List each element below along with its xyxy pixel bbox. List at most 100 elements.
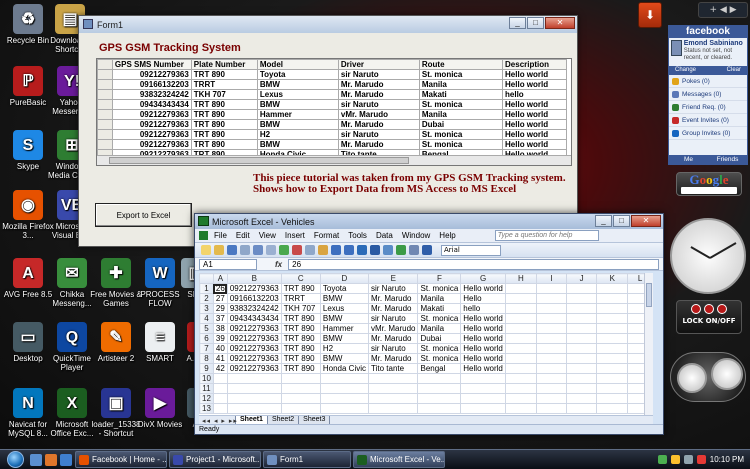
sheet-cell[interactable]: TRT 890: [280, 363, 321, 374]
system-clock[interactable]: 10:10 PM: [710, 455, 744, 464]
avatar[interactable]: [671, 40, 682, 56]
sheet-cell[interactable]: 41: [212, 353, 228, 364]
sheet-cell[interactable]: Hello world: [460, 353, 506, 364]
sheet-cell[interactable]: [460, 403, 506, 414]
sheet-cell[interactable]: St. monica: [417, 283, 462, 294]
sheet-cell[interactable]: [596, 373, 629, 384]
help-search-input[interactable]: Type a question for help: [494, 230, 599, 241]
sheet-cell[interactable]: [212, 383, 228, 394]
grid-cell[interactable]: Hammer: [256, 109, 339, 120]
sheet-cell[interactable]: TRT 890: [280, 313, 321, 324]
sheet-cell[interactable]: Hammer: [319, 323, 370, 334]
grid-cell[interactable]: Manila: [418, 79, 504, 90]
sheet-cell[interactable]: 39: [212, 333, 228, 344]
sheet-cell[interactable]: TRT 890: [280, 283, 321, 294]
lock-light-icon[interactable]: [717, 304, 727, 314]
sheet-cell[interactable]: [596, 383, 629, 394]
open-folder-icon[interactable]: [214, 245, 224, 255]
autosum-icon[interactable]: [370, 245, 380, 255]
sheet-cell[interactable]: BMW: [319, 333, 370, 344]
minimize-button[interactable]: _: [509, 17, 526, 29]
sheet-cell[interactable]: TRRT: [280, 293, 321, 304]
help-icon[interactable]: [422, 245, 432, 255]
sheet-cell[interactable]: 09212279363: [226, 343, 282, 354]
menu-tools[interactable]: Tools: [348, 231, 367, 240]
copy-icon[interactable]: [305, 245, 315, 255]
sheet-cell[interactable]: [504, 313, 537, 324]
change-status-link[interactable]: Change: [675, 66, 696, 75]
sheet-cell[interactable]: [596, 343, 629, 354]
grid-cell[interactable]: TRT 890: [190, 129, 258, 140]
sheet-cell[interactable]: TRT 890: [280, 353, 321, 364]
column-header[interactable]: F: [417, 273, 462, 284]
sheet-cell[interactable]: Hello world: [460, 343, 506, 354]
sort-icon[interactable]: [383, 245, 393, 255]
sheet-cell[interactable]: Tito tante: [368, 363, 419, 374]
grid-cell[interactable]: Hello world: [502, 139, 567, 150]
menu-view[interactable]: View: [259, 231, 276, 240]
down-arrow-gadget-icon[interactable]: ⬇: [638, 2, 662, 28]
grid-cell[interactable]: Makati: [418, 89, 504, 100]
grid-cell[interactable]: TRT 890: [190, 99, 258, 110]
menu-edit[interactable]: Edit: [236, 231, 250, 240]
grid-cell[interactable]: BMW: [256, 79, 339, 90]
sheet-cell[interactable]: [368, 373, 419, 384]
facebook-item[interactable]: Event Invites (0): [669, 114, 747, 127]
taskbar-button[interactable]: Facebook | Home - ...: [75, 451, 167, 468]
select-all-corner[interactable]: [199, 273, 214, 284]
paste-icon[interactable]: [318, 245, 328, 255]
column-header[interactable]: G: [460, 273, 506, 284]
sheet-cell[interactable]: [504, 333, 537, 344]
grid-cell[interactable]: Lexus: [256, 89, 339, 100]
name-box[interactable]: A1: [199, 258, 257, 270]
sheet-cell[interactable]: [226, 393, 282, 404]
column-header[interactable]: A: [212, 273, 228, 284]
maximize-button[interactable]: □: [613, 215, 630, 227]
sheet-cell[interactable]: BMW: [319, 313, 370, 324]
grid-row-header[interactable]: [97, 139, 113, 150]
grid-column-header[interactable]: Description: [502, 59, 567, 70]
grid-cell[interactable]: TRRT: [190, 79, 258, 90]
sheet-cell[interactable]: 09434343434: [226, 313, 282, 324]
sheet-cell[interactable]: [596, 303, 629, 314]
facebook-item[interactable]: Messages (0): [669, 88, 747, 101]
sheet-cell[interactable]: [368, 383, 419, 394]
row-header[interactable]: 3: [199, 303, 214, 314]
grid-cell[interactable]: BMW: [256, 119, 339, 130]
sheet-cell[interactable]: [596, 293, 629, 304]
grid-cell[interactable]: sir Naruto: [337, 129, 420, 140]
facebook-item[interactable]: Pokes (0): [669, 75, 747, 88]
sheet-cell[interactable]: [535, 403, 567, 414]
sheet-cell[interactable]: [535, 373, 567, 384]
sheet-cell[interactable]: 09212279363: [226, 363, 282, 374]
chat-icon[interactable]: [670, 455, 680, 464]
sheet-cell[interactable]: Manila: [417, 293, 462, 304]
menu-insert[interactable]: Insert: [285, 231, 305, 240]
grid-row[interactable]: 09212279363 TRT 890 H2 sir Naruto St. monica…: [97, 129, 567, 140]
grid-cell[interactable]: sir Naruto: [337, 69, 420, 80]
sheet-cell[interactable]: 40: [212, 343, 228, 354]
sheet-cell[interactable]: Lexus: [319, 303, 370, 314]
sheet-cell[interactable]: [535, 313, 567, 324]
sheet-cell[interactable]: Hello world: [460, 283, 506, 294]
sheet-cell[interactable]: BMW: [319, 293, 370, 304]
sheet-cell[interactable]: [319, 393, 370, 404]
sheet-cell[interactable]: Bengal: [417, 363, 462, 374]
grid-cell[interactable]: sir Naruto: [337, 99, 420, 110]
minimize-button[interactable]: _: [595, 215, 612, 227]
sheet-cell[interactable]: [280, 393, 321, 404]
row-header[interactable]: 1: [199, 283, 214, 294]
grid-column-header[interactable]: GPS SMS Number: [111, 59, 192, 70]
sheet-cell[interactable]: BMW: [319, 353, 370, 364]
sheet-cell[interactable]: [565, 313, 598, 324]
column-header[interactable]: E: [368, 273, 419, 284]
sheet-cell[interactable]: [212, 373, 228, 384]
grid-column-header[interactable]: Driver: [337, 59, 420, 70]
sheet-cell[interactable]: [596, 283, 629, 294]
sheet-cell[interactable]: [504, 303, 537, 314]
font-name-select[interactable]: Arial: [441, 244, 501, 256]
sheet-cell[interactable]: Mr. Marudo: [368, 353, 419, 364]
chart-wizard-icon[interactable]: [396, 245, 406, 255]
column-header[interactable]: J: [565, 273, 598, 284]
sheet-cell[interactable]: [565, 293, 598, 304]
